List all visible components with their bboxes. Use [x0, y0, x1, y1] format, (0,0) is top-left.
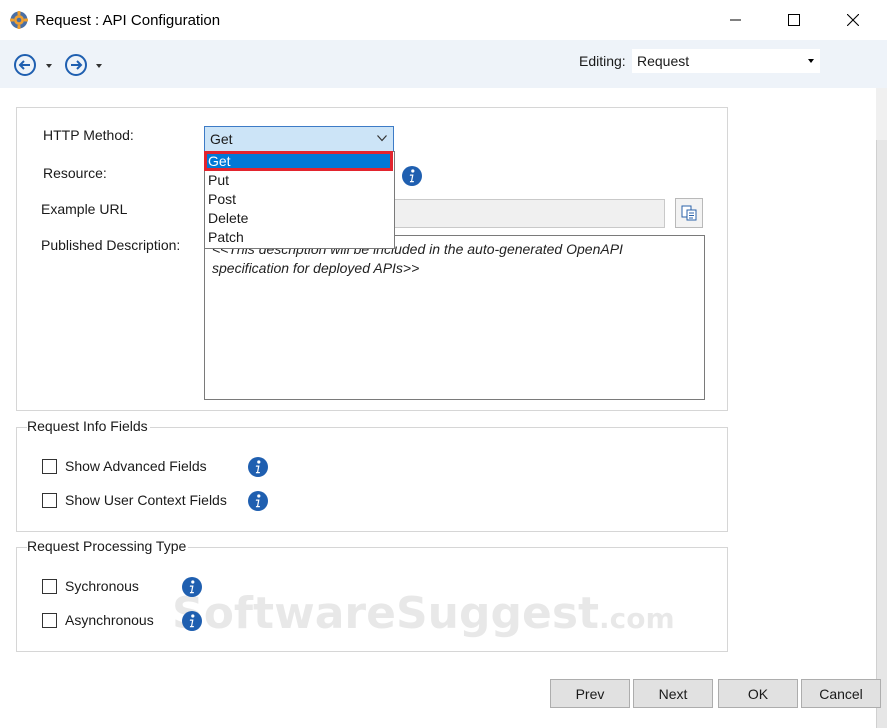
- synchronous-checkbox[interactable]: [42, 579, 57, 594]
- example-url-label: Example URL: [41, 201, 128, 217]
- method-option-put[interactable]: Put: [205, 171, 392, 189]
- http-method-value: Get: [210, 131, 233, 147]
- request-info-title: Request Info Fields: [27, 418, 150, 434]
- resource-label: Resource:: [43, 165, 107, 181]
- window-title: Request : API Configuration: [35, 12, 221, 29]
- forward-arrow-icon[interactable]: [64, 53, 88, 77]
- show-advanced-fields-checkbox[interactable]: [42, 459, 57, 474]
- editing-select[interactable]: Request: [632, 49, 820, 73]
- method-option-delete[interactable]: Delete: [205, 209, 392, 227]
- chevron-down-icon: [808, 59, 814, 63]
- synchronous-info-icon[interactable]: [181, 576, 203, 598]
- show-user-context-fields-checkbox[interactable]: [42, 493, 57, 508]
- option-label: Patch: [208, 229, 244, 245]
- copy-icon: [681, 205, 697, 221]
- processing-type-title: Request Processing Type: [27, 538, 189, 554]
- editing-label: Editing:: [579, 53, 626, 69]
- back-dropdown-icon[interactable]: [46, 64, 52, 68]
- method-option-post[interactable]: Post: [205, 190, 392, 208]
- ok-button[interactable]: OK: [718, 679, 798, 708]
- request-info-group: [16, 427, 728, 532]
- watermark: SoftwareSuggest.com: [172, 588, 675, 639]
- back-arrow-icon[interactable]: [13, 53, 37, 77]
- maximize-icon: [788, 14, 800, 26]
- cancel-button[interactable]: Cancel: [801, 679, 881, 708]
- asynchronous-label: Asynchronous: [65, 612, 154, 628]
- option-label: Get: [208, 153, 231, 169]
- published-description-label: Published Description:: [41, 237, 181, 253]
- published-description-textarea[interactable]: <<This description will be included in t…: [204, 235, 705, 400]
- option-label: Post: [208, 191, 237, 207]
- user-context-info-icon[interactable]: [247, 490, 269, 512]
- close-button[interactable]: [824, 0, 882, 40]
- copy-url-button[interactable]: [675, 198, 703, 228]
- asynchronous-checkbox[interactable]: [42, 613, 57, 628]
- method-option-patch[interactable]: Patch: [205, 228, 392, 246]
- prev-button[interactable]: Prev: [550, 679, 630, 708]
- option-label: Put: [208, 172, 230, 188]
- close-icon: [847, 14, 859, 26]
- right-scroll-strip: [876, 88, 887, 728]
- http-method-select[interactable]: Get: [204, 126, 394, 152]
- minimize-button[interactable]: [707, 0, 765, 40]
- next-button[interactable]: Next: [633, 679, 713, 708]
- minimize-icon: [730, 19, 741, 21]
- gear-app-icon: [10, 11, 28, 29]
- forward-dropdown-icon[interactable]: [96, 64, 102, 68]
- example-url-field: [392, 199, 665, 228]
- asynchronous-info-icon[interactable]: [181, 610, 203, 632]
- http-method-label: HTTP Method:: [43, 127, 134, 143]
- method-option-get[interactable]: Get: [204, 151, 393, 171]
- advanced-fields-info-icon[interactable]: [247, 456, 269, 478]
- chevron-down-icon: [377, 135, 387, 142]
- resource-info-icon[interactable]: [401, 165, 423, 187]
- show-advanced-fields-label: Show Advanced Fields: [65, 458, 207, 474]
- maximize-button[interactable]: [765, 0, 823, 40]
- editing-value: Request: [637, 53, 690, 69]
- synchronous-label: Sychronous: [65, 578, 139, 594]
- option-label: Delete: [208, 210, 249, 226]
- show-user-context-fields-label: Show User Context Fields: [65, 492, 227, 508]
- http-method-dropdown-list: Get Put Post Delete Patch: [204, 151, 395, 249]
